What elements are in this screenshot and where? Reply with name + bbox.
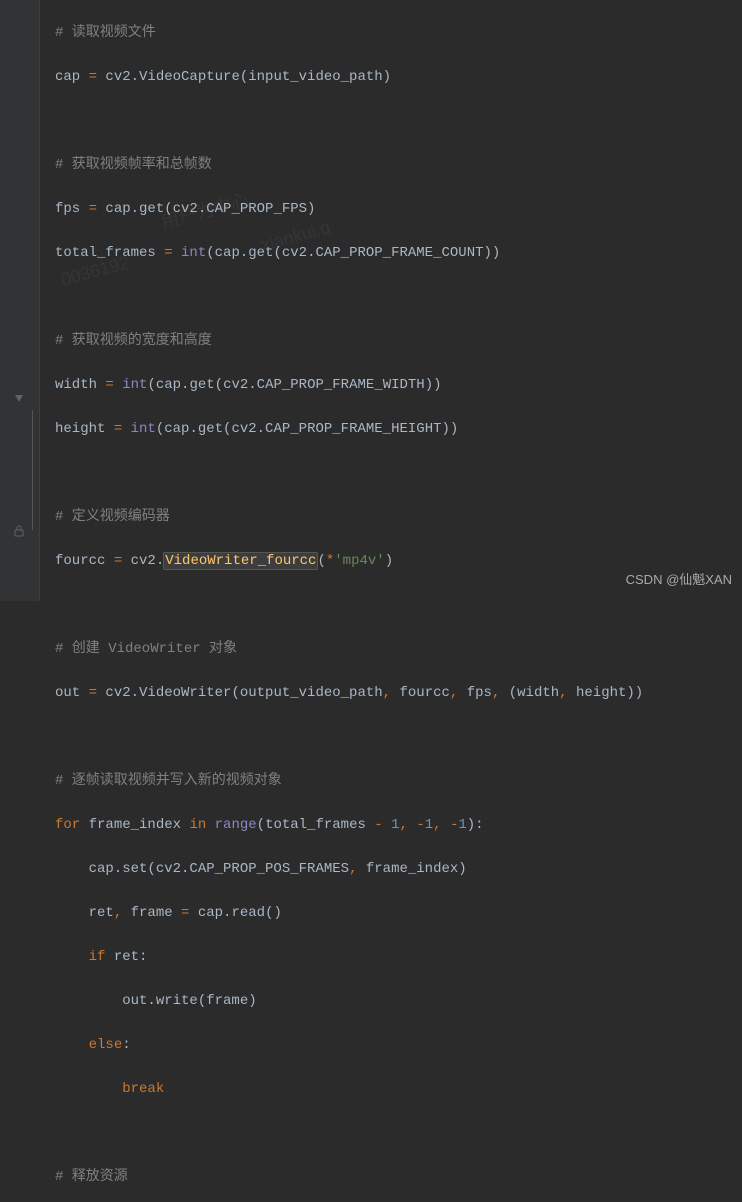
code-comment: # 创建 VideoWriter 对象: [55, 641, 237, 657]
code-keyword: break: [122, 1081, 164, 1097]
code-operator: -: [416, 817, 424, 833]
code-text: total_frames: [55, 245, 164, 261]
blank-line: [55, 1122, 742, 1144]
code-keyword: in: [189, 817, 214, 833]
code-text: cap.set(cv2.CAP_PROP_POS_FRAMES: [55, 861, 349, 877]
code-builtin: int: [131, 421, 156, 437]
code-text: (total_frames: [257, 817, 375, 833]
code-builtin: int: [122, 377, 147, 393]
fold-icon[interactable]: [12, 392, 26, 406]
code-text: fourcc: [399, 685, 449, 701]
code-builtin: int: [181, 245, 206, 261]
code-text: (: [317, 553, 325, 569]
code-operator: =: [89, 69, 97, 85]
code-text: frame_index): [366, 861, 467, 877]
code-text: width: [55, 377, 105, 393]
code-string: 'mp4v': [334, 553, 384, 569]
lock-icon: [12, 524, 26, 538]
blank-line: [55, 286, 742, 308]
code-operator: =: [105, 377, 113, 393]
code-operator: -: [374, 817, 391, 833]
code-operator: =: [89, 201, 97, 217]
code-comment: # 逐帧读取视频并写入新的视频对象: [55, 773, 282, 789]
code-comma: ,: [349, 861, 366, 877]
code-text: height: [55, 421, 114, 437]
code-comma: ,: [383, 685, 400, 701]
code-text: height)): [576, 685, 643, 701]
code-operator: =: [164, 245, 172, 261]
code-text: ):: [467, 817, 484, 833]
code-keyword: else: [89, 1037, 123, 1053]
code-text: cap.get(cv2.CAP_PROP_FPS): [97, 201, 315, 217]
code-operator: -: [450, 817, 458, 833]
code-comment: # 释放资源: [55, 1169, 128, 1185]
code-indent: [55, 1037, 89, 1053]
code-text: :: [122, 1037, 130, 1053]
code-comment: # 获取视频的宽度和高度: [55, 333, 212, 349]
blank-line: [55, 110, 742, 132]
code-comma: ,: [433, 817, 450, 833]
code-comma: ,: [492, 685, 509, 701]
code-keyword: if: [89, 949, 114, 965]
code-text: (width: [509, 685, 559, 701]
code-keyword: for: [55, 817, 89, 833]
code-comma: ,: [114, 905, 131, 921]
code-text: fps: [55, 201, 89, 217]
code-operator: =: [114, 553, 122, 569]
code-builtin: range: [215, 817, 257, 833]
code-operator: =: [89, 685, 97, 701]
code-text: out: [55, 685, 89, 701]
code-text: cv2.: [122, 553, 164, 569]
gutter: [0, 0, 40, 601]
code-operator: =: [114, 421, 122, 437]
code-text: cap.read(): [189, 905, 281, 921]
code-number: 1: [425, 817, 433, 833]
code-text: [122, 421, 130, 437]
blank-line: [55, 594, 742, 616]
code-comma: ,: [400, 817, 417, 833]
code-indent: [55, 1081, 122, 1097]
code-text: frame_index: [89, 817, 190, 833]
code-text: cap: [55, 69, 89, 85]
code-editor[interactable]: # 读取视频文件 cap = cv2.VideoCapture(input_vi…: [55, 0, 742, 1202]
code-number: 1: [391, 817, 399, 833]
code-text: cv2.VideoCapture(input_video_path): [97, 69, 391, 85]
code-text: ret:: [114, 949, 148, 965]
code-text: (cap.get(cv2.CAP_PROP_FRAME_HEIGHT)): [156, 421, 458, 437]
code-text: (cap.get(cv2.CAP_PROP_FRAME_COUNT)): [206, 245, 500, 261]
csdn-watermark: CSDN @仙魁XAN: [626, 569, 732, 591]
code-text: ): [385, 553, 393, 569]
code-text: cv2.VideoWriter(output_video_path: [97, 685, 383, 701]
code-text: (cap.get(cv2.CAP_PROP_FRAME_WIDTH)): [147, 377, 441, 393]
code-text: fps: [467, 685, 492, 701]
code-number: 1: [458, 817, 466, 833]
code-text: out.write(frame): [55, 993, 257, 1009]
code-text: [173, 245, 181, 261]
highlighted-token: VideoWriter_fourcc: [163, 552, 318, 570]
blank-line: [55, 726, 742, 748]
code-text: frame: [131, 905, 181, 921]
code-text: ret: [55, 905, 114, 921]
code-comma: ,: [559, 685, 576, 701]
code-text: fourcc: [55, 553, 114, 569]
code-comment: # 获取视频帧率和总帧数: [55, 157, 212, 173]
code-comment: # 定义视频编码器: [55, 509, 170, 525]
code-indent: [55, 949, 89, 965]
code-text: [114, 377, 122, 393]
code-operator: =: [181, 905, 189, 921]
code-comma: ,: [450, 685, 467, 701]
blank-line: [55, 462, 742, 484]
code-comment: # 读取视频文件: [55, 25, 156, 41]
